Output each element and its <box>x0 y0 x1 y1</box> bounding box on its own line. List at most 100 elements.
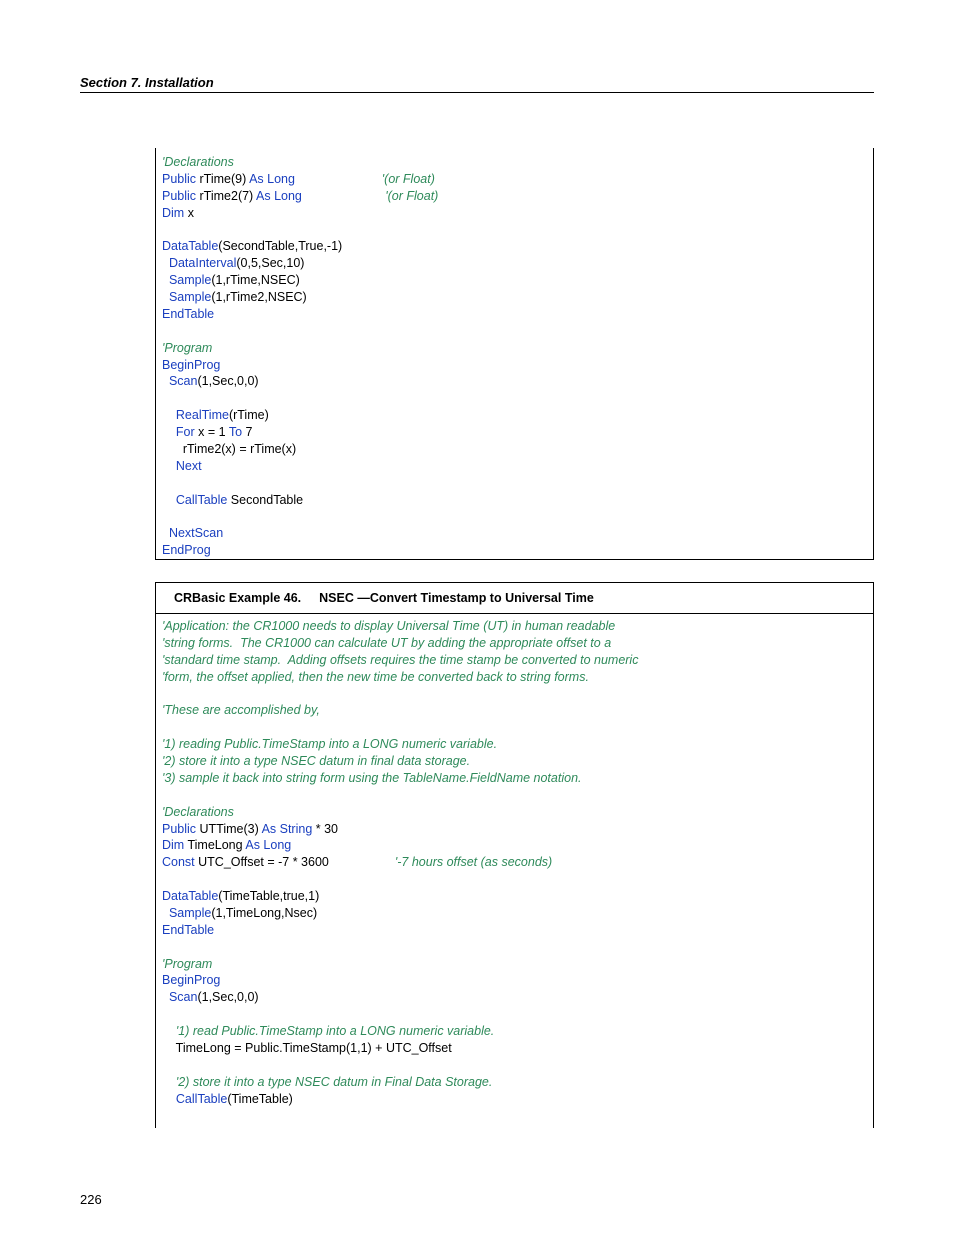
code-line: '3) sample it back into string form usin… <box>162 770 873 787</box>
code-keyword: Scan <box>169 990 198 1004</box>
code-keyword: BeginProg <box>162 358 220 372</box>
code-text <box>162 459 176 473</box>
code-keyword: DataInterval <box>169 256 236 270</box>
code-line: Sample(1,TimeLong,Nsec) <box>162 905 873 922</box>
code-block-1: 'Declarations Public rTime(9) As Long '(o… <box>162 154 873 559</box>
code-comment: '(or Float) <box>382 172 435 186</box>
code-text <box>162 1024 176 1038</box>
code-line: DataTable(SecondTable,True,-1) <box>162 238 873 255</box>
code-text <box>162 906 169 920</box>
code-keyword: DataTable <box>162 889 218 903</box>
code-comment: 'standard time stamp. Adding offsets req… <box>162 653 638 667</box>
code-line: EndTable <box>162 922 873 939</box>
code-keyword: To <box>229 425 242 439</box>
code-text: * 30 <box>312 822 338 836</box>
code-keyword: Dim <box>162 206 184 220</box>
code-text: UTTime(3) <box>196 822 262 836</box>
code-text: UTC_Offset = -7 * 3600 <box>195 855 395 869</box>
code-comment: '1) reading Public.TimeStamp into a LONG… <box>162 737 497 751</box>
code-line: '2) store it into a type NSEC datum in f… <box>162 753 873 770</box>
code-line: BeginProg <box>162 972 873 989</box>
code-keyword: DataTable <box>162 239 218 253</box>
code-line: '2) store it into a type NSEC datum in F… <box>162 1074 873 1091</box>
code-line: DataInterval(0,5,Sec,10) <box>162 255 873 272</box>
code-line: Dim TimeLong As Long <box>162 837 873 854</box>
page-number: 226 <box>80 1192 102 1207</box>
code-line: Sample(1,rTime2,NSEC) <box>162 289 873 306</box>
code-line: 'Program <box>162 956 873 973</box>
code-keyword: Next <box>176 459 202 473</box>
code-line: DataTable(TimeTable,true,1) <box>162 888 873 905</box>
code-line: For x = 1 To 7 <box>162 424 873 441</box>
code-text <box>162 526 169 540</box>
code-comment: '(or Float) <box>385 189 438 203</box>
code-line: Public rTime(9) As Long '(or Float) <box>162 171 873 188</box>
example-title-prefix: CRBasic Example 46. <box>174 591 301 605</box>
code-line: BeginProg <box>162 357 873 374</box>
code-box-1: 'Declarations Public rTime(9) As Long '(o… <box>155 148 874 560</box>
code-text <box>162 408 176 422</box>
code-text <box>302 189 385 203</box>
code-text: (TimeTable) <box>227 1092 293 1106</box>
code-comment: '2) store it into a type NSEC datum in F… <box>176 1075 492 1089</box>
page-header: Section 7. Installation <box>80 75 874 93</box>
code-keyword: Scan <box>169 374 198 388</box>
code-keyword: EndProg <box>162 543 211 557</box>
code-keyword: Sample <box>169 273 211 287</box>
code-text <box>162 374 169 388</box>
code-comment: '3) sample it back into string form usin… <box>162 771 582 785</box>
code-text: (1,TimeLong,Nsec) <box>211 906 317 920</box>
code-text: TimeLong = Public.TimeStamp(1,1) + UTC_O… <box>162 1041 452 1055</box>
code-line <box>162 686 873 703</box>
code-line: 'Declarations <box>162 154 873 171</box>
code-line: '1) reading Public.TimeStamp into a LONG… <box>162 736 873 753</box>
code-line: Public rTime2(7) As Long '(or Float) <box>162 188 873 205</box>
code-comment: 'Application: the CR1000 needs to displa… <box>162 619 615 633</box>
code-keyword: Sample <box>169 906 211 920</box>
code-keyword: Const <box>162 855 195 869</box>
code-text <box>162 1092 176 1106</box>
code-line <box>162 871 873 888</box>
code-text: SecondTable <box>227 493 303 507</box>
code-line: CallTable SecondTable <box>162 492 873 509</box>
code-keyword: CallTable <box>176 493 227 507</box>
code-text <box>162 493 176 507</box>
code-line <box>162 1006 873 1023</box>
code-comment: 'Declarations <box>162 155 234 169</box>
code-text: (TimeTable,true,1) <box>218 889 319 903</box>
code-text <box>162 290 169 304</box>
code-line: Next <box>162 458 873 475</box>
code-comment: 'Declarations <box>162 805 234 819</box>
code-comment: 'Program <box>162 957 212 971</box>
code-keyword: Public <box>162 822 196 836</box>
code-line <box>162 1057 873 1074</box>
code-text <box>162 990 169 1004</box>
code-keyword: NextScan <box>169 526 223 540</box>
code-line <box>162 787 873 804</box>
code-line: 'string forms. The CR1000 can calculate … <box>162 635 873 652</box>
code-text: TimeLong <box>184 838 245 852</box>
code-line: TimeLong = Public.TimeStamp(1,1) + UTC_O… <box>162 1040 873 1057</box>
code-text: x = 1 <box>195 425 229 439</box>
code-line: Scan(1,Sec,0,0) <box>162 989 873 1006</box>
code-box-2: CRBasic Example 46.NSEC —Convert Timesta… <box>155 582 874 1128</box>
code-text: (1,rTime2,NSEC) <box>211 290 306 304</box>
code-text: 7 <box>242 425 252 439</box>
code-line: Scan(1,Sec,0,0) <box>162 373 873 390</box>
code-keyword: Sample <box>169 290 211 304</box>
code-line: 'These are accomplished by, <box>162 702 873 719</box>
code-text: (1,Sec,0,0) <box>197 374 258 388</box>
code-text <box>162 273 169 287</box>
code-line: 'standard time stamp. Adding offsets req… <box>162 652 873 669</box>
code-comment: 'form, the offset applied, then the new … <box>162 670 589 684</box>
code-keyword: As Long <box>256 189 302 203</box>
code-line <box>162 323 873 340</box>
code-line: 'Declarations <box>162 804 873 821</box>
code-comment: 'These are accomplished by, <box>162 703 320 717</box>
example-title: CRBasic Example 46.NSEC —Convert Timesta… <box>156 583 873 614</box>
code-text <box>162 425 176 439</box>
code-line: EndTable <box>162 306 873 323</box>
code-line: 'Program <box>162 340 873 357</box>
code-keyword: EndTable <box>162 923 214 937</box>
code-line: RealTime(rTime) <box>162 407 873 424</box>
